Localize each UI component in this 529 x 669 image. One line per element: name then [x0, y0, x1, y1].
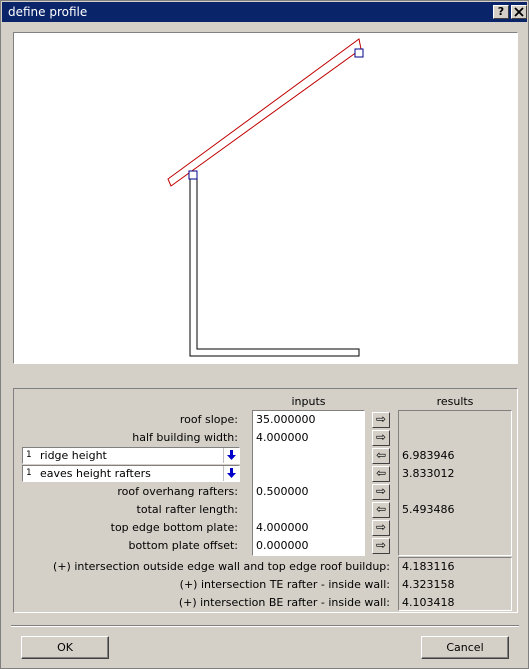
ridge-height-select[interactable]: 1 ridge height — [22, 447, 240, 464]
intersection-be-value: 4.103418 — [402, 596, 455, 609]
results-column — [398, 410, 512, 556]
roof-overhang-label: roof overhang rafters: — [117, 485, 238, 498]
intersection-te-value: 4.323158 — [402, 578, 455, 591]
select-label: eaves height rafters — [40, 467, 151, 480]
select-index: 1 — [26, 450, 32, 460]
close-icon — [514, 7, 524, 17]
arrow-left-icon: ⇦ — [375, 466, 387, 480]
define-profile-dialog: define profile ? inputs results roof slo… — [0, 0, 529, 669]
arrow-right-icon: ⇨ — [375, 520, 387, 534]
arrow-left-icon: ⇦ — [375, 448, 387, 462]
arrow-right-icon: ⇨ — [375, 430, 387, 444]
top-edge-bottom-plate-label: top edge bottom plate: — [110, 521, 238, 534]
wall-shape — [189, 178, 360, 357]
top-edge-bottom-plate-input[interactable]: 4.000000 — [255, 519, 363, 537]
arrow-right-icon: ⇨ — [375, 484, 387, 498]
eaves-height-arrow-button[interactable]: ⇦ — [372, 466, 390, 482]
ridge-height-result: 6.983946 — [402, 449, 455, 462]
total-rafter-length-label: total rafter length: — [136, 503, 238, 516]
plate-offset-arrow-button[interactable]: ⇨ — [372, 538, 390, 554]
window-title: define profile — [8, 5, 88, 19]
intersection-outside-edge-label: (+) intersection outside edge wall and t… — [53, 560, 390, 573]
roof-slope-arrow-button[interactable]: ⇨ — [372, 412, 390, 428]
inputs-header: inputs — [291, 395, 326, 408]
profile-drawing — [167, 38, 364, 357]
arrow-right-icon: ⇨ — [375, 412, 387, 426]
intersection-be-label: (+) intersection BE rafter - inside wall… — [178, 596, 390, 609]
half-building-width-label: half building width: — [132, 431, 238, 444]
half-building-width-input[interactable]: 4.000000 — [255, 429, 363, 447]
rafter-length-result: 5.493486 — [402, 503, 455, 516]
eaves-handle[interactable] — [188, 170, 198, 180]
roof-overhang-input[interactable]: 0.500000 — [255, 483, 363, 501]
results-header: results — [436, 395, 474, 408]
roof-slope-label: roof slope: — [179, 413, 238, 426]
title-bar: define profile ? — [2, 2, 527, 22]
ridge-height-arrow-button[interactable]: ⇦ — [372, 448, 390, 464]
arrow-left-icon: ⇦ — [375, 502, 387, 516]
profile-preview — [13, 32, 518, 364]
intersection-te-label: (+) intersection TE rafter - inside wall… — [179, 578, 390, 591]
close-button[interactable] — [511, 5, 527, 19]
select-index: 1 — [26, 468, 32, 478]
eaves-height-select[interactable]: 1 eaves height rafters — [22, 465, 240, 482]
top-handle[interactable] — [354, 48, 364, 58]
footer-separator — [11, 625, 519, 627]
top-edge-plate-arrow-button[interactable]: ⇨ — [372, 520, 390, 536]
rafter-length-arrow-button[interactable]: ⇦ — [372, 502, 390, 518]
help-button[interactable]: ? — [493, 5, 509, 19]
intersection-outside-edge-value: 4.183116 — [402, 560, 455, 573]
ok-button[interactable]: OK — [21, 636, 109, 659]
roof-slope-input[interactable]: 35.000000 — [255, 411, 363, 429]
eaves-height-result: 3.833012 — [402, 467, 455, 480]
blue-down-arrow-icon[interactable] — [223, 448, 239, 463]
half-width-arrow-button[interactable]: ⇨ — [372, 430, 390, 446]
select-label: ridge height — [40, 449, 107, 462]
blue-down-arrow-icon[interactable] — [223, 466, 239, 481]
bottom-plate-offset-label: bottom plate offset: — [128, 539, 238, 552]
arrow-right-icon: ⇨ — [375, 538, 387, 552]
cancel-button[interactable]: Cancel — [421, 636, 509, 659]
roof-overhang-arrow-button[interactable]: ⇨ — [372, 484, 390, 500]
bottom-plate-offset-input[interactable]: 0.000000 — [255, 537, 363, 555]
rafter-shape — [167, 38, 362, 187]
